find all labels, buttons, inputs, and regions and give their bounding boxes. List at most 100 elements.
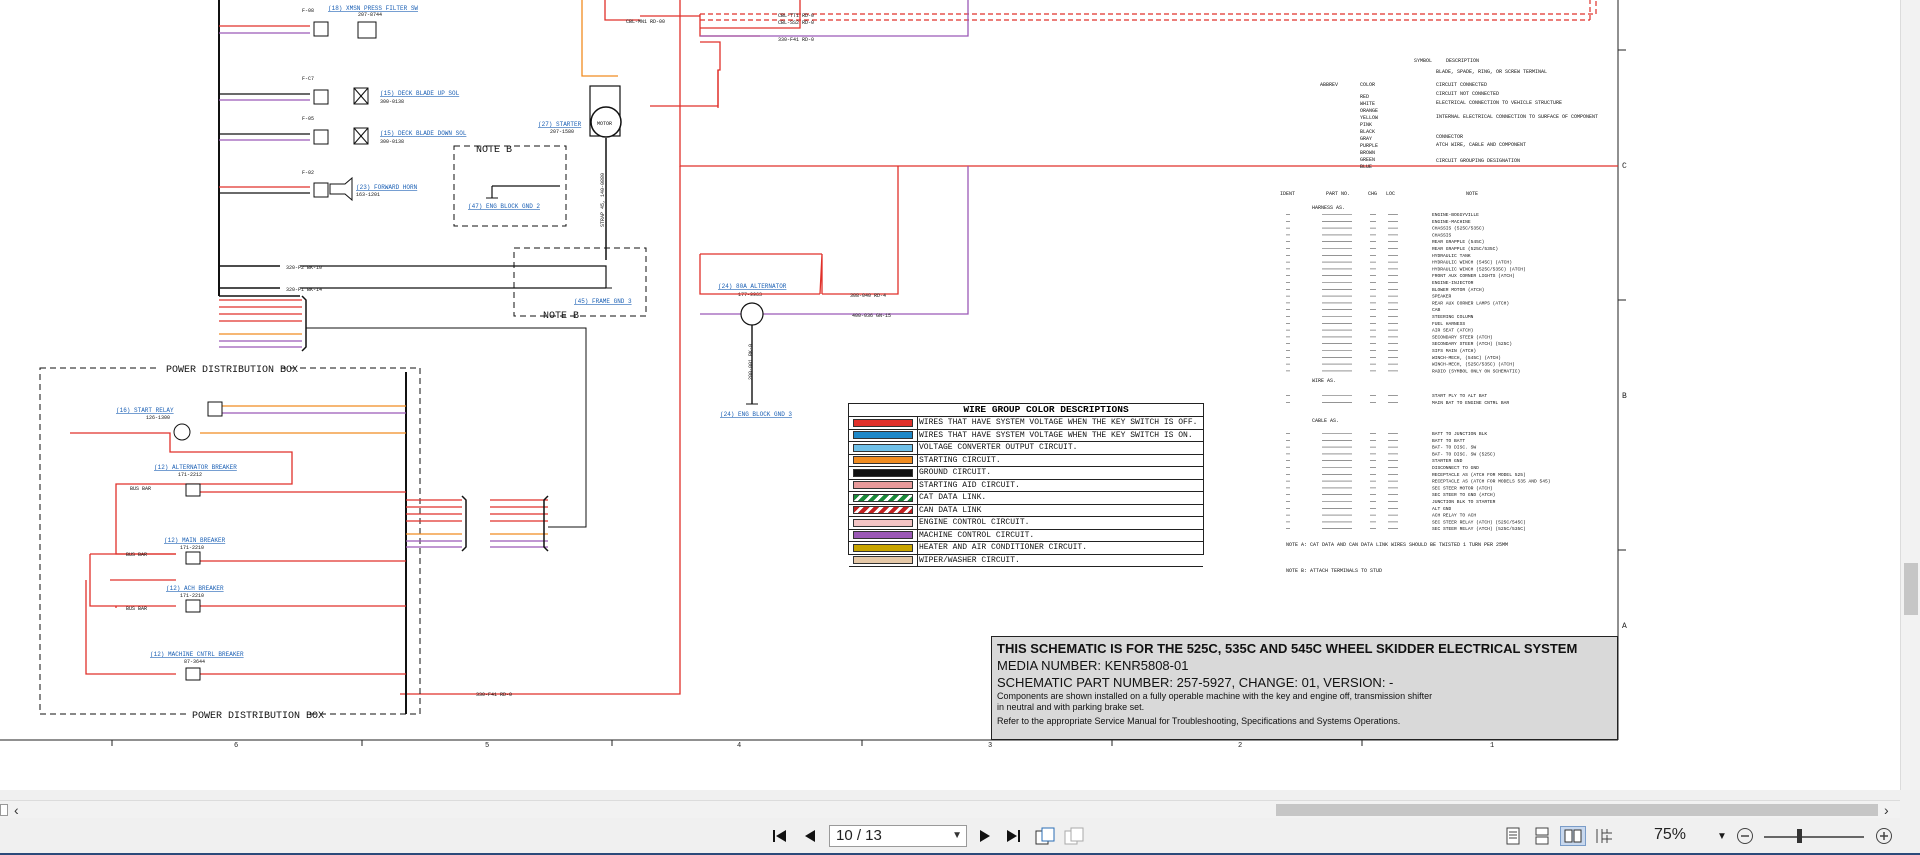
harness-note-row: SEC STEER RELAY (ATCH) (525C/535C) xyxy=(1432,526,1526,532)
harness-note-row: MAIN BAT TO ENGINE CNTRL BAR xyxy=(1432,400,1509,406)
wire-group-label: ENGINE CONTROL CIRCUIT. xyxy=(919,518,1030,528)
legend-symbol-hdr: SYMBOL xyxy=(1414,58,1432,64)
grid-label-a: A xyxy=(1622,622,1627,631)
deck-up-label[interactable]: (15) DECK BLADE UP SOL xyxy=(380,90,460,97)
prev-page-icon[interactable] xyxy=(800,826,820,846)
legend-symbol-6: CONNECTOR xyxy=(1436,134,1463,140)
two-page-continuous-icon[interactable] xyxy=(1592,826,1614,846)
harness-hdr-ident: IDENT xyxy=(1280,191,1295,197)
document-viewport[interactable]: C B A 6 5 4 3 2 1 F-08 F-C7 F-05 F-02 (1… xyxy=(0,0,1920,790)
wire-group-row: GROUND CIRCUIT. xyxy=(849,467,1203,480)
last-page-icon[interactable] xyxy=(1002,826,1024,846)
legend-color-hdr: COLOR xyxy=(1360,82,1375,88)
harness-notes-column: ENGINE-BOGGYVILLEENGINE-MACHINECHASSIS (… xyxy=(1432,212,1551,532)
wire-color-swatch xyxy=(853,531,913,540)
wire-color-swatch xyxy=(853,456,913,465)
harness-note-row: ACH RELAY TO ACH xyxy=(1432,513,1476,519)
scroll-right-icon[interactable]: › xyxy=(1884,802,1889,818)
next-page-icon[interactable] xyxy=(975,826,995,846)
horn-pn: 163-1201 xyxy=(356,192,380,198)
wire-group-divider xyxy=(917,554,918,566)
alternator-label[interactable]: (24) 80A ALTERNATOR xyxy=(718,283,787,290)
zoom-level[interactable]: 75% xyxy=(1654,826,1686,844)
harness-note-row: BATT TO JUNCTION BLK xyxy=(1432,431,1487,437)
wire-group-label: MACHINE CONTROL CIRCUIT. xyxy=(919,530,1035,540)
harness-section-1: HARNESS AS. xyxy=(1312,205,1345,211)
start-relay-label[interactable]: (16) START RELAY xyxy=(116,407,174,414)
wire-group-divider xyxy=(917,467,918,479)
harness-note-row: FRONT AUX CORNER LIGHTS (ATCH) xyxy=(1432,273,1515,279)
vertical-scrollbar[interactable] xyxy=(1900,0,1920,790)
harness-note-row: CHASSIS (525C/535C) xyxy=(1432,226,1484,232)
insert-page-icon[interactable] xyxy=(1062,826,1086,846)
legend-symbol-8: CIRCUIT GROUPING DESIGNATION xyxy=(1436,158,1520,164)
page-dropdown-icon[interactable]: ▼ xyxy=(952,826,962,846)
zoom-slider[interactable] xyxy=(1764,836,1864,838)
zoom-in-icon[interactable] xyxy=(1874,826,1894,846)
starter-label[interactable]: (27) STARTER xyxy=(538,121,582,128)
grid-label-1: 1 xyxy=(1490,742,1494,750)
vertical-scroll-thumb[interactable] xyxy=(1904,563,1918,615)
bus-bar-label-1: BUS BAR xyxy=(130,486,151,492)
deck-down-label[interactable]: (15) DECK BLADE DOWN SOL xyxy=(380,130,467,137)
wire-group-divider xyxy=(917,542,918,554)
harness-note-row: ENGINE-INJECTOR xyxy=(1432,280,1474,286)
harness-hdr-note: NOTE xyxy=(1466,191,1478,197)
harness-note-row: SIFS MAIN (ATCH) xyxy=(1432,348,1476,354)
harness-note-row: ALT GND xyxy=(1432,506,1452,512)
single-page-icon[interactable] xyxy=(1503,826,1523,846)
wire-color-swatch xyxy=(853,418,913,427)
viewer-toolbar: 10 / 13 ▼ 75% ▼ xyxy=(0,818,1920,855)
legend-desc-hdr: DESCRIPTION xyxy=(1446,58,1479,64)
mach-breaker-label[interactable]: (12) MACHINE CNTRL BREAKER xyxy=(150,651,244,658)
eng-block-label[interactable]: (47) ENG BLOCK GND 2 xyxy=(468,203,540,210)
wire-color-swatch xyxy=(853,443,913,452)
grid-label-c: C xyxy=(1622,162,1627,171)
horizontal-scrollbar[interactable]: ‹ › xyxy=(0,800,1900,819)
wire-color-swatch xyxy=(853,518,913,527)
alt-breaker-label[interactable]: (12) ALTERNATOR BREAKER xyxy=(154,464,237,471)
horizontal-scroll-thumb[interactable] xyxy=(1276,804,1878,816)
legend-color-4: YELLOW xyxy=(1360,115,1378,121)
grid-label-4: 4 xyxy=(737,742,741,750)
two-page-icon[interactable] xyxy=(1560,826,1586,846)
legend-symbol-4: ELECTRICAL CONNECTION TO VEHICLE STRUCTU… xyxy=(1436,100,1562,106)
wire-group-row: MACHINE CONTROL CIRCUIT. xyxy=(849,529,1203,542)
deck-up-pn: 300-0138 xyxy=(380,99,404,105)
harness-note-row: HYDRAULIC WINCH (525C/535C) (ATCH) xyxy=(1432,266,1526,272)
horizontal-scroll-stub[interactable] xyxy=(0,804,8,816)
zoom-dropdown-icon[interactable]: ▼ xyxy=(1715,826,1729,846)
zoom-out-icon[interactable] xyxy=(1735,826,1755,846)
harness-note-row: RECEPTACLE AS (ATCH FOR MODELS 535 AND 5… xyxy=(1432,479,1551,485)
harness-note-row: START PLY TO ALT BAT xyxy=(1432,393,1487,399)
eng-block3-label[interactable]: (24) ENG BLOCK GND 3 xyxy=(720,411,792,418)
scroll-left-icon[interactable]: ‹ xyxy=(14,802,19,818)
continuous-icon[interactable] xyxy=(1532,826,1552,846)
wire-label-f41: 330-F41 RD-0 xyxy=(778,37,814,43)
harness-note-row: SEC STEER RELAY (ATCH) (525C/545C) xyxy=(1432,519,1526,525)
page-number-input[interactable]: 10 / 13 ▼ xyxy=(829,825,967,847)
ach-breaker-label[interactable]: (12) ACH BREAKER xyxy=(166,585,224,592)
first-page-icon[interactable] xyxy=(770,826,790,846)
legend-symbol-1: BLADE, SPADE, RING, OR SCREW TERMINAL xyxy=(1436,69,1547,75)
grid-label-5: 5 xyxy=(485,742,489,750)
xmsn-filter-label[interactable]: (18) XMSN PRESS FILTER SW xyxy=(328,5,418,12)
legend-symbol-3: CIRCUIT NOT CONNECTED xyxy=(1436,91,1499,97)
horn-label[interactable]: (23) FORWARD HORN xyxy=(356,184,418,191)
wire-group-row: CAT DATA LINK. xyxy=(849,492,1203,505)
main-breaker-label[interactable]: (12) MAIN BREAKER xyxy=(164,537,226,544)
wire-group-row: ENGINE CONTROL CIRCUIT. xyxy=(849,517,1203,530)
deck-down-pn: 300-0138 xyxy=(380,139,404,145)
legend-color-11: BLUE xyxy=(1360,164,1372,170)
legend-color-10: GREEN xyxy=(1360,157,1375,163)
frame-gnd-label[interactable]: (45) FRAME GND 3 xyxy=(574,298,632,305)
extract-page-icon[interactable] xyxy=(1033,826,1057,846)
harness-note-row: DISCONNECT TO GND xyxy=(1432,465,1479,471)
harness-note-row: REAR GRAPPLE (545C) xyxy=(1432,239,1484,245)
zoom-slider-knob[interactable] xyxy=(1797,829,1802,843)
grid-label-b: B xyxy=(1622,392,1627,401)
title-block-line6: Refer to the appropriate Service Manual … xyxy=(997,716,1401,726)
legend-color-2: WHITE xyxy=(1360,101,1375,107)
wire-group-row: HEATER AND AIR CONDITIONER CIRCUIT. xyxy=(849,542,1203,555)
wire-group-divider xyxy=(917,479,918,491)
